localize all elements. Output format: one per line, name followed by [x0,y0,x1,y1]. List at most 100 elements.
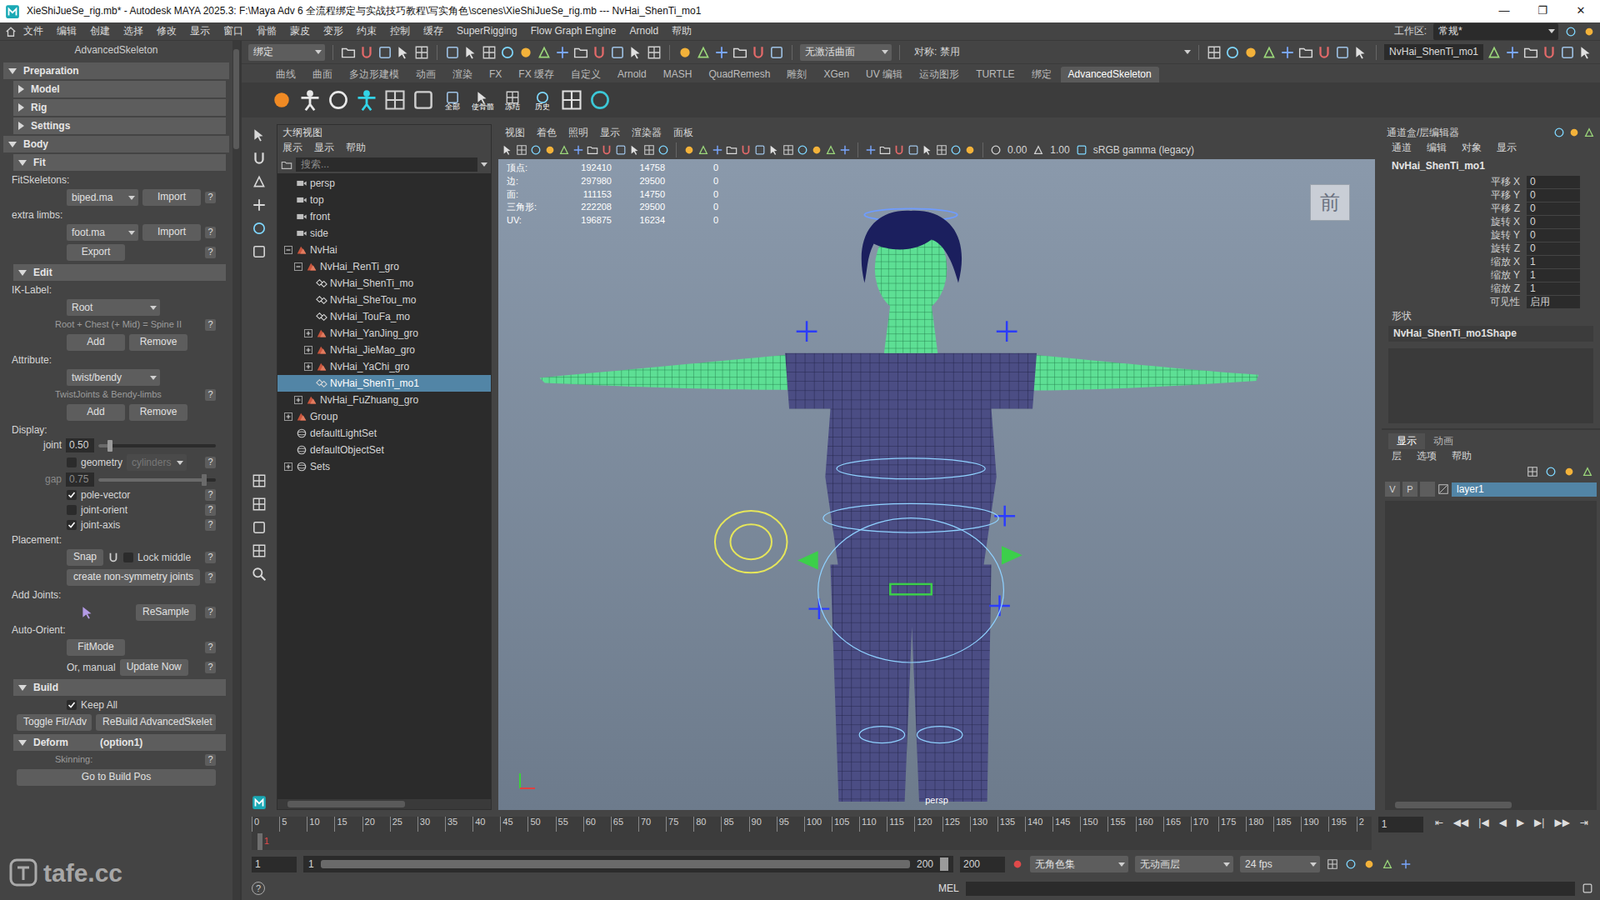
selection-mask-icon[interactable] [536,45,552,60]
render-icon[interactable] [1206,45,1222,60]
outliner-item[interactable]: NvHai [277,241,491,259]
shelf-tab[interactable]: FX 缓存 [510,66,562,83]
range-handle[interactable] [940,857,949,871]
selection-mask-icon[interactable] [628,45,644,60]
menu-item[interactable]: 修改 [150,23,184,40]
window-control-button[interactable]: — [1485,4,1524,18]
snap-icon[interactable] [769,45,785,60]
expand-arrow-icon[interactable] [18,103,25,112]
expand-toggle-icon[interactable] [283,461,294,472]
shelf-tab[interactable]: XGen [815,66,857,83]
menu-item[interactable]: 显示 [600,126,620,140]
layer-tool-icon[interactable] [1581,465,1594,478]
playback-option-icon[interactable] [1326,858,1339,870]
viewport-display-icon[interactable] [782,144,795,156]
select-icon[interactable] [383,88,407,112]
render-icon[interactable] [1243,45,1259,60]
selection-mask-icon[interactable] [646,45,662,60]
checkbox-row[interactable]: joint-axis? [0,517,233,533]
snap-icon[interactable] [677,45,693,60]
tool-icon[interactable] [251,220,267,236]
action-button[interactable]: Toggle Fit/Adv [16,714,92,731]
menu-item[interactable]: Arnold [622,23,665,40]
playback-button[interactable]: ▶| [1529,816,1550,830]
magnet-icon[interactable] [107,551,120,564]
update-button[interactable]: Update Now [120,659,189,676]
layer-tool-icon[interactable] [1545,465,1557,478]
hand-control[interactable] [715,510,788,573]
action-button[interactable]: Add [66,334,125,351]
viewport-tool-icon[interactable] [657,144,670,156]
exposure-icon[interactable] [990,144,1002,156]
scrollbar[interactable] [232,40,240,900]
menu-item[interactable]: 显示 [183,23,217,40]
attribute-value[interactable]: 0 [1526,242,1580,255]
action-button[interactable]: Export [66,244,125,261]
snap-icon[interactable] [750,45,766,60]
file-icon[interactable] [395,45,411,60]
advanced-skeleton-icon[interactable] [270,88,294,112]
help-button[interactable]: ? [205,551,216,564]
menu-item[interactable]: 缓存 [416,23,450,40]
viewport-tool-icon[interactable] [558,144,570,156]
zoom-icon[interactable] [251,566,267,582]
expand-toggle-icon[interactable] [303,361,314,372]
option-menu[interactable]: Root [66,299,160,316]
help-button[interactable]: ? [205,519,216,531]
channel-box-icon[interactable] [1553,126,1565,139]
menu-item[interactable]: 显示 [1496,141,1517,157]
outliner-item[interactable]: front [277,208,491,225]
gamma-value[interactable]: 1.00 [1046,144,1073,157]
viewport-tool-icon[interactable] [501,144,514,156]
outliner-item[interactable]: NvHai_SheTou_mo [277,291,491,309]
outliner-item[interactable]: NvHai_TouFa_mo [277,308,491,325]
viewport-display-icon[interactable] [768,144,780,156]
help-icon[interactable]: ? [251,881,265,895]
action-button[interactable]: ReBuild AdvancedSkelet [95,714,216,731]
option-menu[interactable]: foot.ma [66,224,139,241]
menu-set-dropdown[interactable]: 绑定 [248,44,325,61]
shelf-tab[interactable]: MASH [655,66,700,83]
mash-icon[interactable] [251,795,267,810]
help-button[interactable]: ? [205,641,216,654]
attribute-value[interactable]: 0 [1526,202,1580,215]
menu-item[interactable]: 选项 [1416,450,1437,465]
help-button[interactable]: ? [205,754,216,766]
render-icon[interactable] [1335,45,1350,60]
snap-button[interactable]: Snap [66,549,104,566]
camera-icon[interactable] [295,210,308,223]
visibility-toggle[interactable]: V [1385,481,1400,497]
option-menu[interactable]: biped.ma [66,189,139,206]
menu-item[interactable]: 蒙皮 [283,23,317,40]
shelf-tab[interactable]: AdvancedSkeleton [1060,66,1160,83]
action-button[interactable]: FitMode [66,639,125,656]
file-icon[interactable] [359,45,375,60]
layer-tool-icon[interactable] [1563,465,1575,478]
layer-tool-icon[interactable] [1526,465,1539,478]
attribute-row[interactable]: 旋转 Z0 [1381,241,1600,255]
section-header[interactable]: Settings [13,117,226,135]
viewport-display-icon[interactable] [740,144,752,156]
geometry-type-dropdown[interactable]: cylinders [126,454,187,471]
attribute-row[interactable]: 缩放 Y1 [1381,268,1600,282]
tool-icon[interactable] [251,197,267,213]
set-icon[interactable] [295,444,308,456]
option-menu[interactable]: twist/bendy [66,369,160,386]
layer-color-icon[interactable] [1437,483,1450,495]
scrollbar-thumb[interactable] [233,49,240,150]
menu-item[interactable]: 编辑 [1426,141,1447,157]
copy-icon[interactable] [411,88,435,112]
playback-button[interactable]: |◀ [1473,816,1494,830]
panel-toggle-icon[interactable] [1578,45,1594,60]
scene-icon[interactable] [588,88,612,112]
help-button[interactable]: ? [205,191,216,204]
checkbox-row[interactable]: joint-orient? [0,502,233,518]
selection-mask-icon[interactable] [518,45,534,60]
help-button[interactable]: ? [205,489,216,501]
attribute-value[interactable]: 启用 [1526,295,1580,309]
help-button[interactable]: ? [205,389,216,401]
outliner-item[interactable]: NvHai_ShenTi_mo [277,275,491,292]
playback-option-icon[interactable] [1400,858,1412,870]
selection-mask-icon[interactable] [481,45,497,60]
menu-item[interactable]: 渲染器 [631,126,662,140]
